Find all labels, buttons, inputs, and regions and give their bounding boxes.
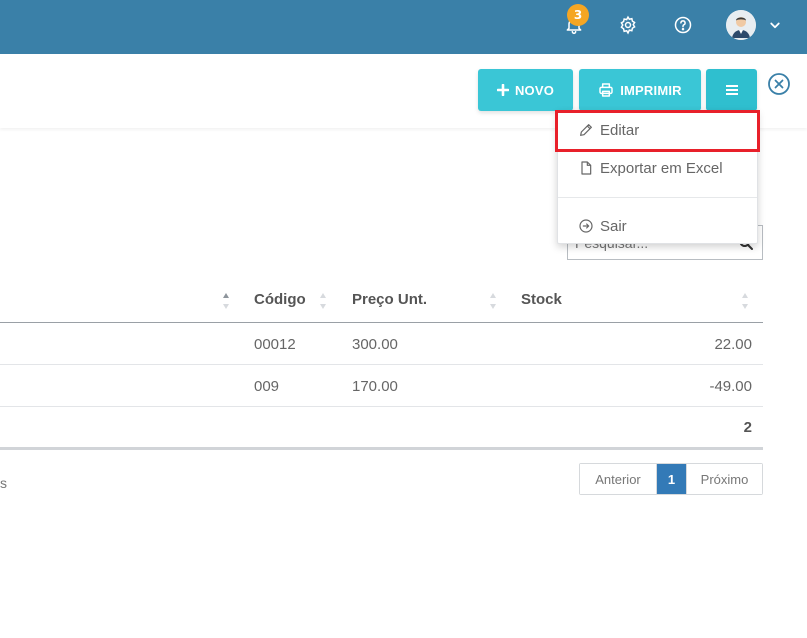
products-table: Código Preço Unt. Stock 00012 300.00 22.… xyxy=(0,278,763,450)
printer-icon xyxy=(599,83,613,97)
table-footer-row: 2 xyxy=(0,407,763,450)
cell-preco: 170.00 xyxy=(352,378,398,395)
chevron-down-icon[interactable] xyxy=(766,16,784,34)
help-icon[interactable] xyxy=(671,13,695,37)
menu-item-label: Exportar em Excel xyxy=(600,159,723,177)
cell-preco: 300.00 xyxy=(352,336,398,353)
novo-button[interactable]: NOVO xyxy=(478,69,573,111)
menu-item-label: Editar xyxy=(600,121,640,139)
table-row[interactable]: 00012 300.00 22.00 xyxy=(0,323,763,365)
menu-item-exportar-excel[interactable]: Exportar em Excel xyxy=(558,150,757,186)
menu-divider xyxy=(558,197,757,198)
column-header-preco[interactable]: Preço Unt. xyxy=(352,291,427,308)
user-avatar[interactable] xyxy=(726,10,756,40)
column-header-stock[interactable]: Stock xyxy=(521,291,562,308)
sort-icon[interactable] xyxy=(741,292,749,310)
close-icon[interactable] xyxy=(767,72,791,96)
circle-arrow-right-icon xyxy=(579,219,593,233)
imprimir-button[interactable]: IMPRIMIR xyxy=(579,69,701,111)
pagination-next[interactable]: Próximo xyxy=(686,464,762,494)
table-row[interactable]: 009 170.00 -49.00 xyxy=(0,365,763,407)
pagination-prev[interactable]: Anterior xyxy=(580,464,657,494)
table-info-text: s xyxy=(0,475,7,491)
imprimir-button-label: IMPRIMIR xyxy=(620,82,682,98)
cell-stock: -49.00 xyxy=(709,378,752,395)
file-icon xyxy=(581,161,592,175)
pagination-page-1[interactable]: 1 xyxy=(657,464,686,494)
actions-dropdown-menu: Editar Exportar em Excel Sair xyxy=(557,110,758,244)
cell-codigo: 00012 xyxy=(254,336,296,353)
novo-button-label: NOVO xyxy=(514,82,555,98)
menu-item-sair[interactable]: Sair xyxy=(558,208,757,244)
plus-icon xyxy=(496,84,509,96)
menu-item-editar[interactable]: Editar xyxy=(558,112,757,148)
cell-codigo: 009 xyxy=(254,378,280,395)
gear-icon[interactable] xyxy=(616,13,640,37)
sort-icon[interactable] xyxy=(222,292,230,310)
top-header-bar: 3 xyxy=(0,0,807,54)
table-header-row: Código Preço Unt. Stock xyxy=(0,278,763,323)
sort-icon[interactable] xyxy=(489,292,497,310)
pagination: Anterior 1 Próximo xyxy=(579,463,763,495)
column-header-codigo[interactable]: Código xyxy=(254,291,306,308)
menu-button[interactable] xyxy=(706,69,757,111)
total-value: 2 xyxy=(743,419,752,436)
hamburger-icon xyxy=(725,85,738,95)
pencil-icon xyxy=(580,124,592,136)
sort-icon[interactable] xyxy=(319,292,327,310)
menu-item-label: Sair xyxy=(600,217,627,235)
cell-stock: 22.00 xyxy=(714,336,752,353)
notification-badge: 3 xyxy=(567,4,589,26)
